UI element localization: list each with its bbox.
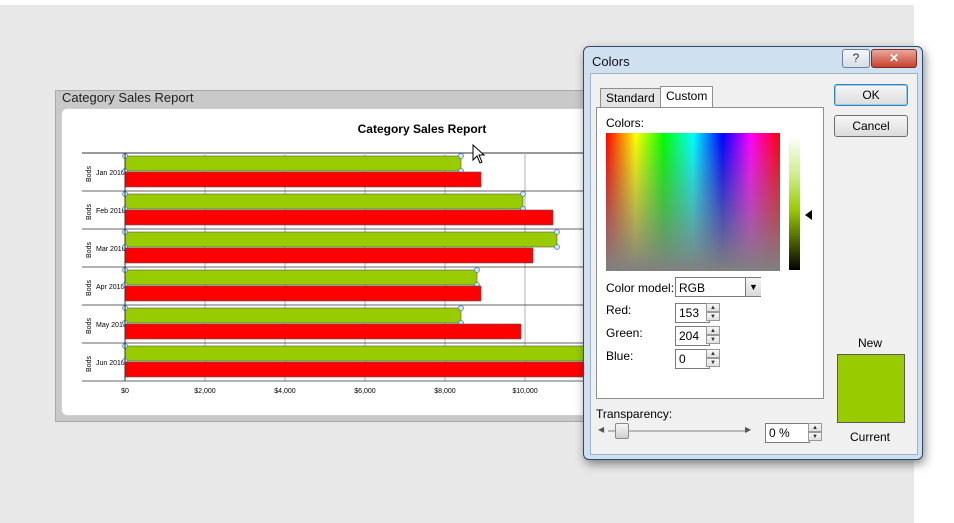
- bar: [124, 155, 462, 172]
- x-tick-label: $2,000: [194, 388, 216, 395]
- x-tick-label: $0: [121, 388, 129, 395]
- chevron-down-icon[interactable]: ▼: [745, 278, 761, 296]
- bar: [124, 323, 522, 340]
- blue-spin-down-icon[interactable]: ▼: [706, 358, 720, 367]
- colors-label: Colors:: [606, 116, 645, 130]
- chart-area[interactable]: Category Sales Report $0 $2,000 $4,000 $6,00…: [61, 108, 623, 416]
- bar: [124, 285, 482, 302]
- x-tick-label: $10,000: [512, 388, 537, 395]
- group-label: Bods: [86, 318, 93, 334]
- colors-dialog: Colors ? ✕ Standard Custom Colors: Color…: [583, 46, 923, 460]
- color-model-label: Color model:: [606, 281, 675, 295]
- selection-handle: [458, 153, 464, 159]
- slider-right-arrow-icon[interactable]: ▶: [745, 425, 751, 434]
- red-spin-up-icon[interactable]: ▲: [706, 303, 720, 312]
- group-label: Bods: [86, 204, 93, 220]
- transparency-slider-thumb[interactable]: [615, 423, 629, 439]
- transparency-spin-down-icon[interactable]: ▼: [808, 432, 822, 441]
- blue-label: Blue:: [606, 349, 634, 363]
- x-tick-label: $4,000: [274, 388, 296, 395]
- bar: [124, 307, 462, 324]
- group-label: Bods: [86, 280, 93, 296]
- chart-window-title: Category Sales Report: [62, 90, 194, 105]
- mouse-cursor-icon: [472, 144, 486, 164]
- category-label: Jan 2010: [96, 170, 125, 177]
- color-spectrum-picker[interactable]: [606, 133, 780, 271]
- group-label: Bods: [86, 242, 93, 258]
- blue-spin-up-icon[interactable]: ▲: [706, 349, 720, 358]
- bar: [124, 209, 554, 226]
- x-tick-label: $6,000: [354, 388, 376, 395]
- red-spin-down-icon[interactable]: ▼: [706, 312, 720, 321]
- red-input[interactable]: 153: [675, 303, 710, 323]
- green-input[interactable]: 204: [675, 326, 710, 346]
- group-label: Bods: [86, 166, 93, 182]
- selection-handle: [554, 229, 560, 235]
- dialog-title: Colors: [592, 54, 630, 69]
- bar-chart: Category Sales Report $0 $2,000 $4,000 $6,00…: [82, 122, 622, 395]
- close-button[interactable]: ✕: [871, 49, 917, 68]
- luminance-arrow-icon[interactable]: [805, 210, 812, 220]
- chart-title: Category Sales Report: [358, 122, 487, 136]
- x-tick-label: $8,000: [434, 388, 456, 395]
- group-label: Bods: [86, 356, 93, 372]
- help-button[interactable]: ?: [842, 49, 870, 68]
- selection-handle: [554, 244, 560, 250]
- transparency-spin-up-icon[interactable]: ▲: [808, 423, 822, 432]
- tab-custom[interactable]: Custom: [660, 86, 714, 107]
- blue-input[interactable]: 0: [675, 349, 710, 369]
- category-label: Jun 2010: [96, 360, 125, 367]
- bar: [124, 361, 598, 378]
- luminance-slider[interactable]: [789, 135, 800, 270]
- transparency-input[interactable]: 0 %: [765, 423, 810, 443]
- red-label: Red:: [606, 303, 632, 317]
- bar: [124, 269, 478, 286]
- category-label: Feb 2010: [96, 208, 126, 215]
- current-color-label: Current: [850, 430, 891, 444]
- bar: [124, 171, 482, 188]
- selection-handle: [474, 267, 480, 273]
- selection-handle: [458, 305, 464, 311]
- slider-left-arrow-icon[interactable]: ◀: [598, 425, 604, 434]
- green-spin-up-icon[interactable]: ▲: [706, 326, 720, 335]
- bar: [124, 231, 558, 248]
- transparency-label: Transparency:: [596, 407, 673, 421]
- cancel-button[interactable]: Cancel: [834, 115, 908, 137]
- category-label: Apr 2010: [96, 284, 125, 291]
- ok-button[interactable]: OK: [834, 84, 908, 106]
- green-spin-down-icon[interactable]: ▼: [706, 335, 720, 344]
- slider-rail: [608, 430, 748, 432]
- selection-handle: [520, 191, 526, 197]
- bar: [124, 247, 534, 264]
- green-label: Green:: [606, 326, 643, 340]
- new-color-label: New: [858, 336, 883, 350]
- tab-standard[interactable]: Standard: [600, 88, 661, 107]
- bar: [124, 193, 524, 210]
- category-label: Mar 2010: [96, 246, 126, 253]
- bar: [124, 345, 614, 362]
- new-color-swatch: [837, 354, 905, 423]
